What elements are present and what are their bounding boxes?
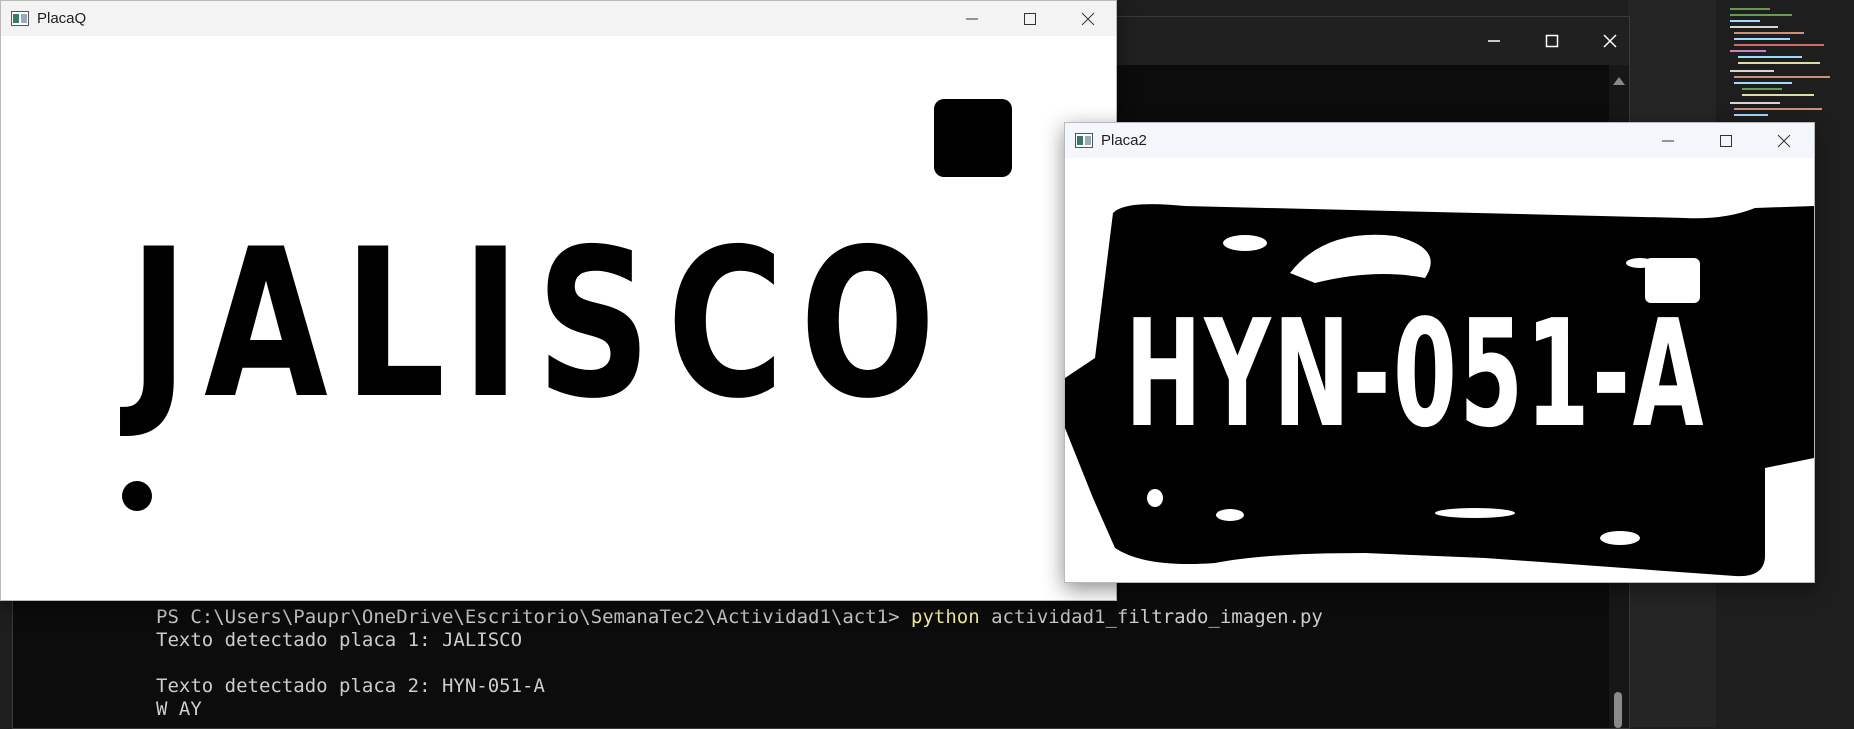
terminal-command-args: actividad1_filtrado_imagen.py	[991, 606, 1323, 628]
terminal-close-button[interactable]	[1581, 17, 1639, 65]
terminal-prompt: PS C:\Users\Paupr\OneDrive\Escritorio\Se…	[156, 606, 900, 628]
placaq-close-button[interactable]	[1059, 1, 1117, 36]
placa2-title: Placa2	[1101, 132, 1147, 149]
terminal-minimize-button[interactable]	[1465, 17, 1523, 65]
placaq-title: PlacaQ	[37, 10, 87, 27]
maximize-icon	[1720, 134, 1732, 147]
placaq-maximize-button[interactable]	[1001, 1, 1059, 36]
placa2-titlebar[interactable]: Placa2	[1065, 123, 1814, 158]
terminal-output-line-3: W AY	[156, 698, 202, 720]
placa2-image: HYN-051-A	[1065, 158, 1814, 582]
maximize-icon	[1024, 12, 1036, 25]
placa2-minimize-button[interactable]	[1639, 123, 1697, 158]
minimize-icon	[1662, 140, 1674, 141]
placa2-maximize-button[interactable]	[1697, 123, 1755, 158]
maximize-icon	[1545, 34, 1559, 48]
terminal-command-line: PS C:\Users\Paupr\OneDrive\Escritorio\Se…	[156, 606, 1323, 629]
scrollbar-thumb[interactable]	[1614, 692, 1622, 728]
close-icon	[1603, 34, 1617, 48]
terminal-output-line-1: Texto detectado placa 1: JALISCO	[156, 629, 523, 651]
terminal-output: PS C:\Users\Paupr\OneDrive\Escritorio\Se…	[156, 606, 1323, 721]
placaq-plate-text: JALISCO	[129, 206, 952, 444]
terminal-output-line-2: Texto detectado placa 2: HYN-051-A	[156, 675, 545, 697]
close-icon	[1081, 12, 1095, 25]
app-icon	[11, 11, 29, 26]
placa2-window[interactable]: Placa2 HYN-051-A	[1064, 122, 1815, 583]
scroll-up-arrow-icon[interactable]	[1613, 77, 1625, 85]
placaq-image: JALISCO	[1, 36, 1116, 600]
placa2-close-button[interactable]	[1755, 123, 1813, 158]
placaq-titlebar[interactable]: PlacaQ	[1, 1, 1116, 36]
placaq-black-square	[934, 99, 1012, 177]
placa2-plate-text: HYN-051-A	[1125, 288, 1707, 460]
app-icon	[1075, 133, 1093, 148]
close-icon	[1777, 134, 1791, 147]
placaq-window[interactable]: PlacaQ JALISCO	[0, 0, 1117, 601]
minimize-icon	[966, 18, 978, 19]
placaq-minimize-button[interactable]	[943, 1, 1001, 36]
minimize-icon	[1488, 40, 1500, 42]
placaq-dot	[122, 481, 152, 511]
terminal-command: python	[911, 606, 980, 628]
terminal-maximize-button[interactable]	[1523, 17, 1581, 65]
